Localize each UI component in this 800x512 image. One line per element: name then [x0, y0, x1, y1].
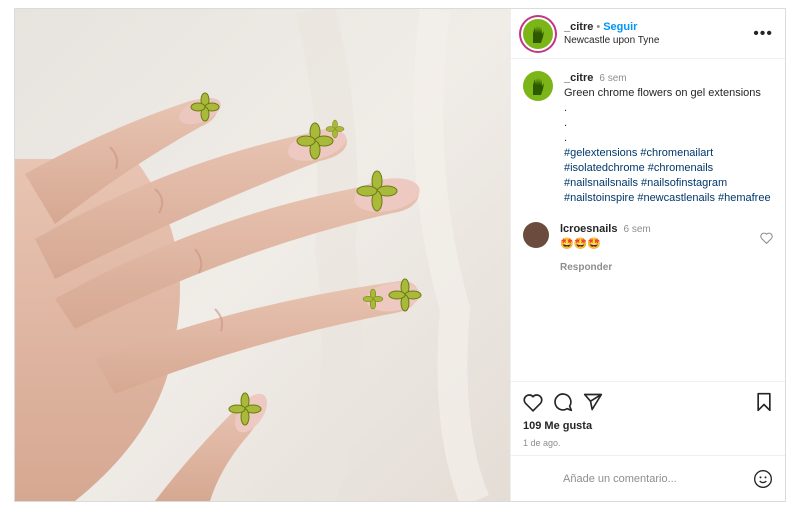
post-photo[interactable] — [15, 9, 510, 501]
hand-logo-icon — [533, 25, 544, 43]
caption-time: 6 sem — [599, 73, 627, 84]
caption: _citre 6 sem Green chrome flowers on gel … — [511, 59, 785, 206]
comment-time: 6 sem — [623, 224, 651, 235]
post-header: _citre • Seguir Newcastle upon Tyne ••• — [511, 9, 785, 59]
comment-body: lcroesnails 6 sem 🤩🤩🤩 Responder — [560, 222, 651, 275]
caption-dot: . — [564, 102, 568, 114]
like-button[interactable] — [523, 393, 543, 412]
hashtag-link[interactable]: #chromenailart — [640, 147, 713, 159]
hashtag-link[interactable]: #gelextensions — [564, 147, 637, 159]
save-button[interactable] — [755, 392, 773, 412]
post-date[interactable]: 1 de ago. — [523, 438, 773, 448]
comment-button[interactable] — [553, 392, 573, 412]
caption-dot: . — [564, 117, 568, 129]
hashtag-link[interactable]: #newcastlenails — [637, 192, 715, 204]
hand-logo-icon — [533, 78, 544, 95]
username[interactable]: _citre — [564, 21, 593, 33]
emoji-icon[interactable] — [753, 469, 773, 489]
share-button[interactable] — [583, 392, 603, 412]
caption-dot: . — [564, 132, 568, 144]
comment-input[interactable] — [561, 471, 753, 486]
likes-count[interactable]: 109 Me gusta — [523, 420, 773, 432]
location[interactable]: Newcastle upon Tyne — [564, 34, 659, 48]
comment-username[interactable]: lcroesnails — [560, 223, 617, 235]
caption-avatar[interactable] — [523, 71, 553, 101]
post-panel: _citre • Seguir Newcastle upon Tyne ••• _c… — [510, 9, 785, 501]
share-icon — [583, 393, 603, 411]
caption-body: _citre 6 sem Green chrome flowers on gel … — [564, 71, 774, 206]
action-icons — [523, 392, 773, 412]
hashtag-link[interactable]: #chromenails — [648, 162, 713, 174]
comment-avatar[interactable] — [523, 222, 549, 248]
comment-like-icon[interactable] — [760, 232, 773, 244]
caption-text: Green chrome flowers on gel extensions — [564, 87, 761, 99]
avatar[interactable] — [523, 18, 553, 49]
reply-button[interactable]: Responder — [560, 260, 651, 275]
comment-icon — [554, 393, 573, 412]
caption-username[interactable]: _citre — [564, 72, 593, 84]
bookmark-icon — [757, 392, 771, 412]
hashtag-link[interactable]: #nailstoinspire — [564, 192, 634, 204]
more-icon[interactable]: ••• — [753, 25, 773, 43]
hashtag-link[interactable]: #nailsnailsnails — [564, 177, 638, 189]
hashtags: #gelextensions #chromenailart #isolatedch… — [564, 146, 774, 206]
hashtag-link[interactable]: #hemafree — [718, 192, 771, 204]
instagram-post: _citre • Seguir Newcastle upon Tyne ••• _c… — [14, 8, 786, 502]
header-text: _citre • Seguir Newcastle upon Tyne — [564, 20, 659, 48]
action-bar: 109 Me gusta 1 de ago. — [511, 381, 785, 463]
comment: lcroesnails 6 sem 🤩🤩🤩 Responder — [511, 206, 785, 275]
hashtag-link[interactable]: #isolatedchrome — [564, 162, 645, 174]
heart-icon — [523, 393, 543, 412]
add-comment-bar — [511, 455, 785, 501]
comment-text: 🤩🤩🤩 — [560, 238, 602, 250]
follow-button[interactable]: Seguir — [603, 21, 637, 33]
hashtag-link[interactable]: #nailsofinstagram — [641, 177, 727, 189]
separator-dot: • — [596, 20, 601, 33]
